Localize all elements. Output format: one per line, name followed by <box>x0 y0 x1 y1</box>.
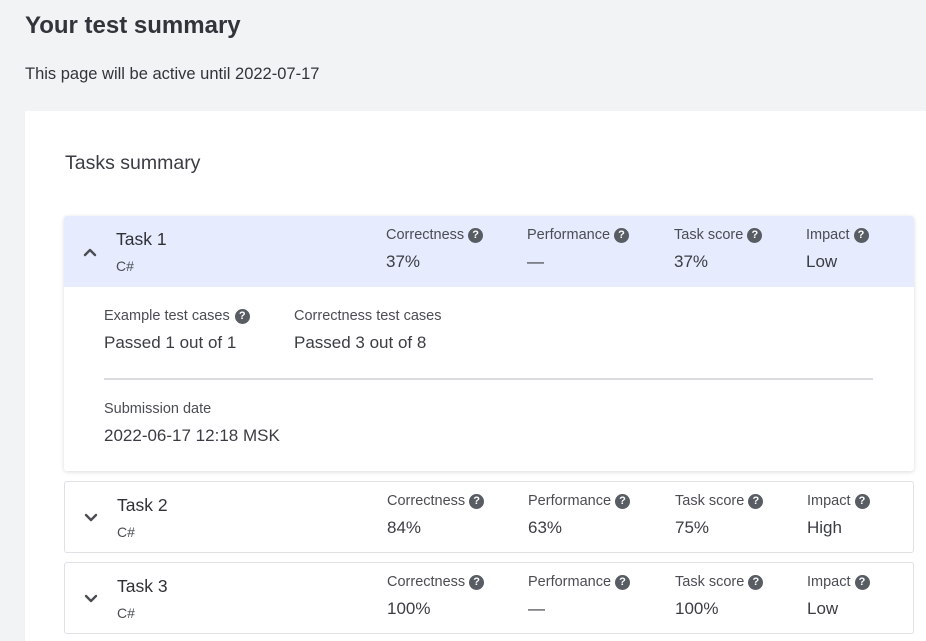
help-icon[interactable]: ? <box>747 227 763 243</box>
task-name: Task 2 <box>117 495 168 515</box>
metric-impact: Impact? Low <box>806 227 869 272</box>
metric-value: Low <box>807 599 839 618</box>
metric-impact: Impact? High <box>807 493 870 538</box>
help-icon[interactable]: ? <box>854 493 870 509</box>
task-header-1[interactable]: Task 1 C# Correctness? 37% Performance? … <box>64 216 914 287</box>
help-icon[interactable]: ? <box>615 574 631 590</box>
metric-value: 37% <box>386 252 421 271</box>
task-header-2[interactable]: Task 2 C# Correctness? 84% Performance? … <box>65 482 913 552</box>
metric-label: Task score <box>675 493 745 509</box>
metric-label: Impact <box>806 227 850 243</box>
detail-label: Submission date <box>104 401 212 417</box>
metric-value: Low <box>806 252 838 271</box>
metric-value: 84% <box>387 518 422 537</box>
help-icon[interactable]: ? <box>854 574 870 590</box>
metric-performance: Performance? — <box>528 574 631 619</box>
task-language: C# <box>117 524 135 540</box>
help-icon[interactable]: ? <box>614 227 630 243</box>
detail-value: Passed 1 out of 1 <box>104 333 237 352</box>
metric-value: — <box>527 252 544 271</box>
task-name: Task 1 <box>116 229 167 249</box>
metric-label: Correctness <box>387 493 466 509</box>
metric-value: 37% <box>674 252 709 271</box>
task-card-3: Task 3 C# Correctness? 100% Performance?… <box>64 562 914 634</box>
example-test-cases: Example test cases? Passed 1 out of 1 <box>104 308 250 353</box>
task-card-2: Task 2 C# Correctness? 84% Performance? … <box>64 481 914 553</box>
task-card-1: Task 1 C# Correctness? 37% Performance? … <box>64 216 914 471</box>
metric-label: Task score <box>674 227 744 243</box>
metric-performance: Performance? — <box>527 227 630 272</box>
correctness-test-cases: Correctness test cases Passed 3 out of 8 <box>294 308 441 353</box>
section-title: Tasks summary <box>65 152 201 174</box>
metric-correctness: Correctness? 37% <box>386 227 484 272</box>
detail-label: Correctness test cases <box>294 308 442 324</box>
task-details-1: Example test cases? Passed 1 out of 1 Co… <box>64 287 914 471</box>
task-name: Task 3 <box>117 576 168 596</box>
metric-label: Impact <box>807 493 851 509</box>
submission-date: Submission date 2022-06-17 12:18 MSK <box>104 401 280 446</box>
metric-label: Impact <box>807 574 851 590</box>
metric-task-score: Task score? 37% <box>674 227 763 272</box>
task-language: C# <box>117 605 135 621</box>
help-icon[interactable]: ? <box>469 493 485 509</box>
chevron-down-icon[interactable] <box>83 591 99 607</box>
metric-value: 100% <box>387 599 431 618</box>
detail-value: 2022-06-17 12:18 MSK <box>104 426 280 445</box>
metric-label: Performance <box>528 574 612 590</box>
metric-value: — <box>528 599 545 618</box>
metric-label: Task score <box>675 574 745 590</box>
metric-task-score: Task score? 75% <box>675 493 764 538</box>
chevron-down-icon[interactable] <box>83 510 99 526</box>
help-icon[interactable]: ? <box>468 227 484 243</box>
metric-label: Performance <box>527 227 611 243</box>
metric-label: Performance <box>528 493 612 509</box>
help-icon[interactable]: ? <box>615 493 631 509</box>
page-title: Your test summary <box>25 12 241 39</box>
metric-label: Correctness <box>387 574 466 590</box>
active-until-note: This page will be active until 2022-07-1… <box>25 65 320 83</box>
task-header-3[interactable]: Task 3 C# Correctness? 100% Performance?… <box>65 563 913 633</box>
metric-correctness: Correctness? 100% <box>387 574 485 619</box>
tasks-summary-panel: Tasks summary Task 1 C# Correctness? 37%… <box>25 111 926 641</box>
task-language: C# <box>116 258 134 274</box>
help-icon[interactable]: ? <box>853 227 869 243</box>
detail-value: Passed 3 out of 8 <box>294 333 427 352</box>
help-icon[interactable]: ? <box>234 308 250 324</box>
help-icon[interactable]: ? <box>748 574 764 590</box>
metric-value: High <box>807 518 842 537</box>
metric-label: Correctness <box>386 227 465 243</box>
chevron-up-icon[interactable] <box>82 244 98 260</box>
metric-value: 100% <box>675 599 719 618</box>
metric-value: 75% <box>675 518 710 537</box>
divider <box>104 378 873 380</box>
help-icon[interactable]: ? <box>469 574 485 590</box>
metric-impact: Impact? Low <box>807 574 870 619</box>
metric-task-score: Task score? 100% <box>675 574 764 619</box>
detail-label: Example test cases <box>104 308 230 324</box>
help-icon[interactable]: ? <box>748 493 764 509</box>
metric-value: 63% <box>528 518 563 537</box>
metric-correctness: Correctness? 84% <box>387 493 485 538</box>
metric-performance: Performance? 63% <box>528 493 631 538</box>
